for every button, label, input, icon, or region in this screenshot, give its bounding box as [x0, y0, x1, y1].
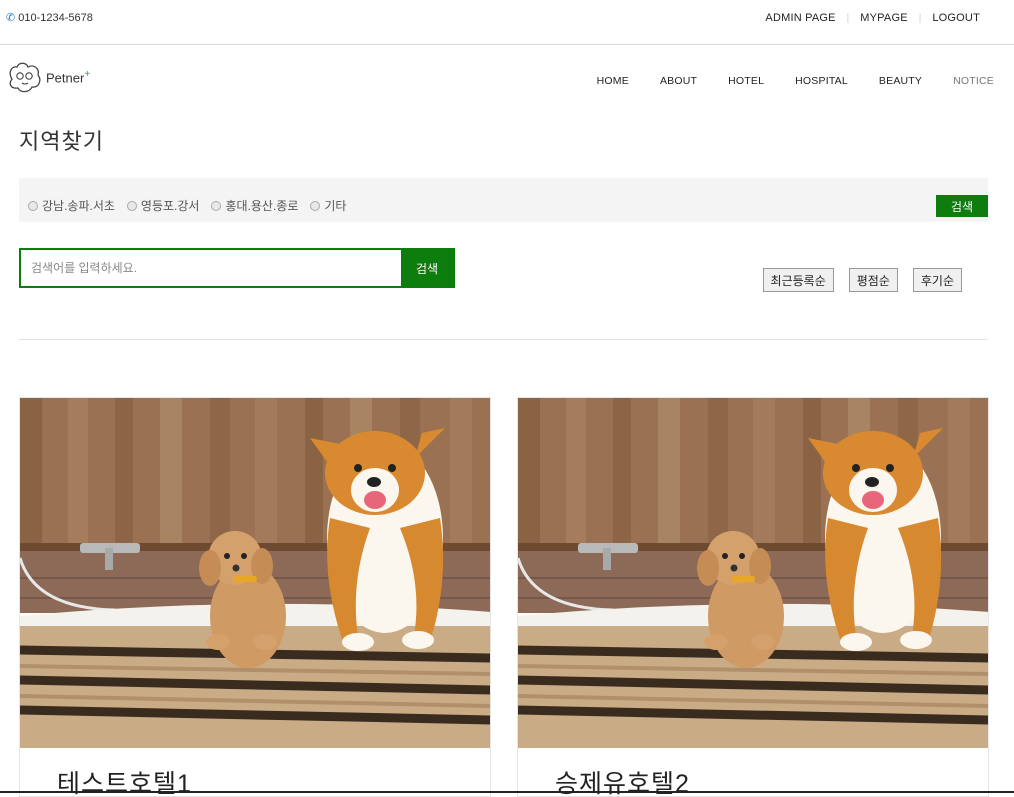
- menu-home[interactable]: HOME: [597, 75, 629, 87]
- region-option[interactable]: 기타: [310, 197, 346, 214]
- sort-rating-button[interactable]: 평점순: [848, 268, 898, 292]
- sort-recent-button[interactable]: 최근등록순: [762, 268, 834, 292]
- menu-hospital[interactable]: HOSPITAL: [795, 75, 848, 87]
- logo[interactable]: Petner+: [6, 60, 90, 94]
- divider: |: [846, 12, 850, 24]
- sort-options: 최근등록순 평점순 후기순: [748, 268, 962, 292]
- phone-icon: ✆: [6, 12, 16, 24]
- search-input[interactable]: [21, 250, 403, 286]
- search-box: 검색: [19, 248, 455, 288]
- brand-name: Petner+: [46, 68, 91, 86]
- menu-beauty[interactable]: BEAUTY: [879, 75, 922, 87]
- admin-page-link[interactable]: ADMIN PAGE: [765, 12, 835, 24]
- hotel-photo[interactable]: [20, 398, 491, 748]
- hotel-card[interactable]: 테스트호텔1: [19, 397, 491, 797]
- hotel-photo[interactable]: [518, 398, 989, 748]
- search-button[interactable]: 검색: [401, 250, 453, 286]
- radio-icon: [211, 200, 222, 211]
- phone-number: 010-1234-5678: [18, 11, 93, 24]
- sort-review-button[interactable]: 후기순: [912, 268, 962, 292]
- mypage-link[interactable]: MYPAGE: [860, 12, 907, 24]
- menu-hotel[interactable]: HOTEL: [728, 75, 764, 87]
- radio-icon: [310, 200, 321, 211]
- region-search-button[interactable]: 검색: [936, 195, 988, 217]
- menu-notice[interactable]: NOTICE: [953, 75, 994, 87]
- region-filter: 강남.송파.서초 영등포.강서 홍대.용산.종로 기타 검색: [19, 178, 988, 222]
- menu: HOME ABOUT HOTEL HOSPITAL BEAUTY NOTICE: [566, 75, 994, 87]
- section-divider: [19, 339, 988, 340]
- pet-logo-icon: [9, 62, 41, 93]
- account-links: ADMIN PAGE | MYPAGE | LOGOUT: [765, 12, 980, 24]
- top-bar: ✆ 010-1234-5678 ADMIN PAGE | MYPAGE | LO…: [0, 0, 1014, 45]
- divider: |: [918, 12, 922, 24]
- region-option[interactable]: 영등포.강서: [126, 197, 199, 214]
- radio-icon: [28, 200, 38, 211]
- hotel-card[interactable]: 승제유호텔2: [517, 397, 989, 797]
- region-option[interactable]: 강남.송파.서초: [28, 197, 115, 214]
- radio-icon: [126, 200, 137, 211]
- bottom-border: [0, 791, 1014, 793]
- main-nav: Petner+ HOME ABOUT HOTEL HOSPITAL BEAUTY…: [0, 46, 1014, 112]
- phone-contact: ✆ 010-1234-5678: [6, 11, 93, 25]
- page-title: 지역찾기: [19, 129, 104, 154]
- region-option[interactable]: 홍대.용산.종로: [211, 197, 298, 214]
- region-options: 강남.송파.서초 영등포.강서 홍대.용산.종로 기타: [28, 197, 358, 214]
- logout-link[interactable]: LOGOUT: [932, 12, 980, 24]
- menu-about[interactable]: ABOUT: [660, 75, 697, 87]
